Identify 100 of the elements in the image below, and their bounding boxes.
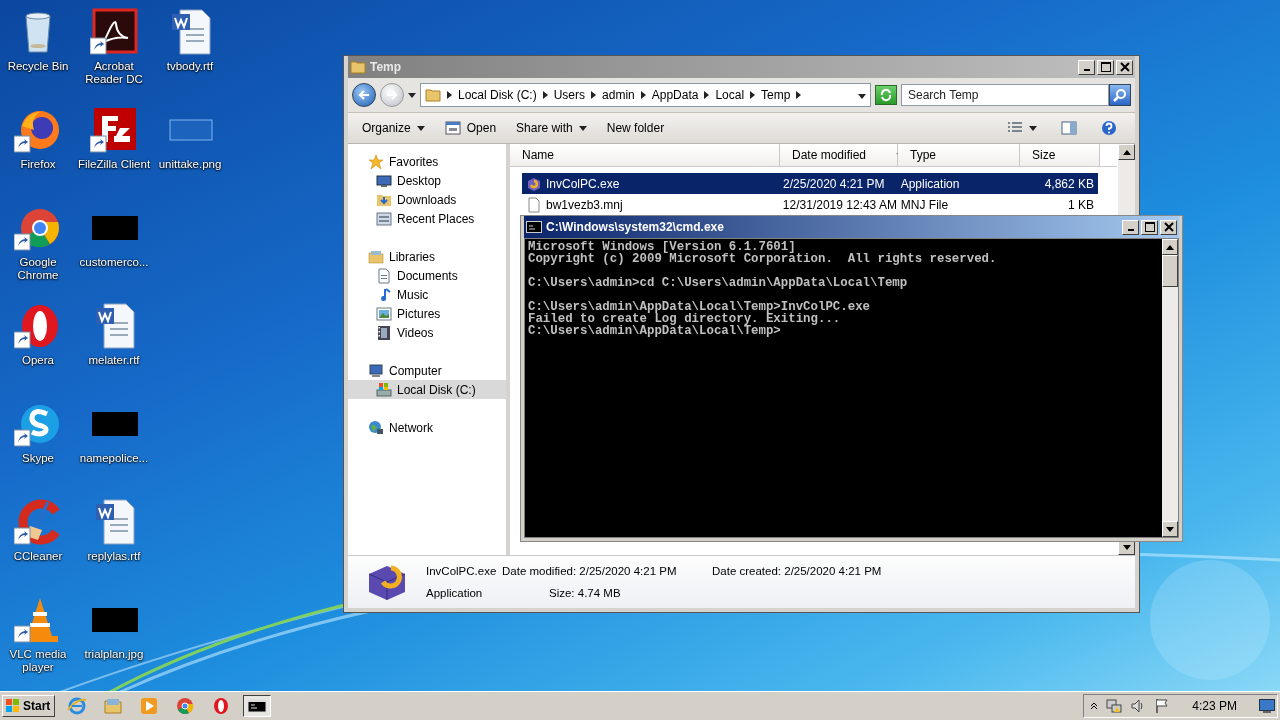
nav-item[interactable]: Local Disk (C:) (348, 380, 506, 399)
toolbar-button[interactable]: Open (436, 117, 505, 139)
nav-item[interactable]: Recent Places (348, 209, 506, 228)
drive-icon (376, 381, 392, 398)
caret-icon (416, 125, 425, 131)
minimize-button[interactable] (1122, 219, 1139, 235)
nav-item[interactable]: Desktop (348, 171, 506, 190)
taskbar-console-icon[interactable] (243, 695, 272, 717)
close-button[interactable] (1160, 219, 1177, 235)
toolbar-button[interactable]: Share with (508, 118, 595, 138)
desktop-icon-label[interactable]: customerco... (77, 256, 151, 269)
desktop-icon-label[interactable]: Firefox (1, 158, 75, 171)
star-icon (368, 153, 384, 170)
close-icon (1119, 62, 1130, 72)
preview-pane-icon (1061, 121, 1077, 135)
maximize-button[interactable] (1141, 219, 1158, 235)
column-header[interactable]: Name (510, 144, 780, 166)
column-header[interactable]: Size (1020, 144, 1100, 166)
down-arrow-icon (1166, 526, 1174, 532)
up-arrow-icon (1166, 244, 1174, 250)
nav-item[interactable]: Favorites (348, 152, 506, 171)
desktop-icon-label[interactable]: VLC media player (1, 648, 75, 674)
nav-item[interactable]: Documents (348, 266, 506, 285)
size-cell-text: 1 KB (1066, 197, 1095, 212)
scroll-thumb[interactable] (1162, 255, 1178, 287)
detail-type: Application (426, 587, 484, 599)
console-line: Microsoft Windows [Version 6.1.7601] (528, 241, 796, 253)
minimize-icon (1127, 229, 1134, 231)
file-icon (526, 196, 542, 213)
breadcrumb-item[interactable]: Users (553, 88, 586, 102)
pictures-icon (376, 305, 392, 322)
file-row[interactable]: InvColPC.exe 2/25/2020 4:21 PM Application 4,862 KB (522, 173, 1098, 194)
list-view-icon (1007, 121, 1023, 135)
scrollbar[interactable] (1162, 239, 1178, 537)
scroll-up-button[interactable] (1118, 144, 1135, 160)
desktop-icon-label[interactable]: Skype (1, 452, 75, 465)
nav-item[interactable]: Pictures (348, 304, 506, 323)
breadcrumb-item[interactable]: AppData (651, 88, 699, 102)
close-icon (1163, 222, 1174, 232)
toolbar-button[interactable]: New folder (598, 118, 673, 138)
documents-icon (376, 267, 392, 284)
desktop-icon-label[interactable]: Recycle Bin (1, 60, 75, 73)
search-field[interactable]: Search Temp (901, 84, 1109, 106)
flag-icon[interactable] (1154, 698, 1171, 714)
desktop-icon-label[interactable]: Opera (1, 354, 75, 367)
back-button[interactable] (352, 83, 376, 107)
network-icon[interactable] (1106, 698, 1123, 714)
nav-item[interactable]: Network (348, 418, 506, 437)
nav-item[interactable]: Downloads (348, 190, 506, 209)
date-cell-text: 12/31/2019 12:43 AM (781, 197, 897, 212)
desktop-icon-label[interactable]: Acrobat Reader DC (77, 60, 151, 86)
start-button[interactable]: Start (2, 695, 56, 717)
chevron-icon (591, 91, 597, 99)
help-icon (1101, 120, 1117, 136)
desktop-icon-label[interactable]: CCleaner (1, 550, 75, 563)
console-line: Failed to create Log directory. Exiting... (528, 313, 841, 325)
desktop-icon-label[interactable]: FileZilla Client (77, 158, 151, 171)
desktop-icon-label[interactable]: trialplan.jpg (77, 648, 151, 661)
folder-icon (425, 87, 441, 103)
toolbar-button[interactable]: Organize (354, 118, 433, 138)
detail-created: Date created: 2/25/2020 4:21 PM (712, 565, 883, 577)
console-line: Copyright (c) 2009 Microsoft Corporation. All rights reserved. (528, 253, 998, 265)
desktop-icon-label[interactable]: replylas.rtf (77, 550, 151, 563)
chevron-icon (750, 91, 756, 99)
column-header[interactable]: Type (898, 144, 1020, 166)
chevron-icon (704, 91, 710, 99)
breadcrumb-item[interactable]: Temp (761, 88, 791, 102)
desktop-icon-label[interactable]: tvbody.rtf (153, 60, 227, 73)
refresh-button[interactable] (875, 85, 897, 105)
nav-item[interactable]: Videos (348, 323, 506, 342)
nav-item[interactable]: Music (348, 285, 506, 304)
detail-size: Size: 4.74 MB (549, 587, 622, 599)
forward-arrow-icon (386, 89, 398, 101)
desktop-icon-label[interactable]: unittake.png (153, 158, 227, 171)
window-title: C:\Windows\system32\cmd.exe (546, 220, 724, 234)
show-desktop-icon[interactable] (1259, 699, 1275, 713)
search-button[interactable] (1109, 84, 1131, 106)
desktop-icon-label[interactable]: Google Chrome (1, 256, 75, 282)
nav-item[interactable]: Computer (348, 361, 506, 380)
windows-logo (5, 698, 21, 714)
desktop-icon-label[interactable]: melater.rtf (77, 354, 151, 367)
address-bar[interactable]: Local Disk (C:) Users admin AppData Local Temp (420, 83, 871, 107)
search-icon (1113, 88, 1127, 102)
chrome-icon (175, 696, 196, 716)
type-cell-text: MNJ File (899, 197, 950, 212)
desktop-icon-label[interactable]: namepolice... (77, 452, 151, 465)
breadcrumb-item[interactable]: admin (602, 88, 635, 102)
detail-name: InvColPC.exe (426, 565, 498, 577)
console-icon (526, 221, 542, 233)
window-icon (444, 120, 461, 136)
column-header[interactable]: Date modified (780, 144, 898, 166)
dropdown-caret-icon (858, 94, 866, 99)
chevron-up-icon[interactable] (1090, 702, 1099, 710)
folder-icon (350, 59, 366, 75)
breadcrumb-item[interactable]: Local (715, 88, 745, 102)
file-row[interactable]: bw1vezb3.mnj 12/31/2019 12:43 AM MNJ File 1 KB (522, 194, 1098, 215)
videos-icon (376, 324, 392, 341)
chevron-icon (640, 91, 646, 99)
nav-item[interactable]: Libraries (348, 247, 506, 266)
breadcrumb-item[interactable]: Local Disk (C:) (458, 88, 537, 102)
